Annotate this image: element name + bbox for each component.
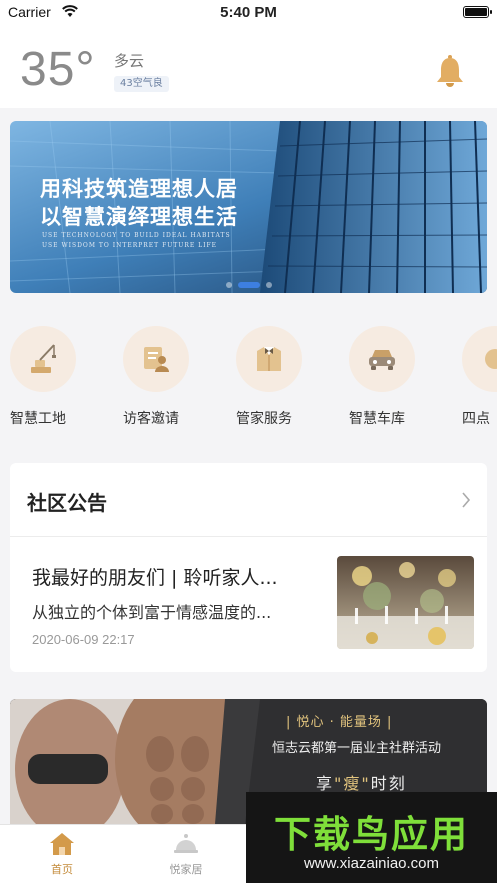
service-butler[interactable]: 管家服务: [236, 326, 326, 428]
watermark-logo: 下载鸟应用 www.xiazainiao.com: [246, 792, 497, 883]
service-label: 管家服务: [236, 411, 292, 427]
carousel-dot[interactable]: [225, 281, 232, 288]
service-label: 访客邀请: [123, 411, 179, 427]
crane-icon: [31, 344, 56, 373]
temperature: 35°: [20, 43, 96, 96]
event-title: 恒志云都第一届业主社群活动: [272, 741, 442, 756]
service-label: 四点: [462, 411, 490, 427]
banner-subtitle-2: USE WISDOM TO INTERPRET FUTURE LIFE: [42, 242, 218, 249]
cloche-icon: [174, 834, 198, 853]
chevron-right-icon[interactable]: [461, 491, 471, 509]
notification-bell-icon[interactable]: [434, 54, 466, 88]
divider: [10, 536, 487, 537]
weather-header: 35° 多云 43空气良: [0, 26, 497, 108]
carousel-indicator: [10, 274, 487, 293]
butler-suit-icon: [257, 347, 281, 371]
tab-home-living[interactable]: 悦家居: [146, 831, 226, 877]
community-notice-card: 社区公告 我最好的朋友们 | 聆听家人... 从独立的个体到富于情感温度的...…: [10, 463, 487, 672]
watermark-title: 下载鸟应用: [274, 813, 469, 856]
car-icon: [369, 350, 395, 370]
service-partial[interactable]: 四点: [462, 326, 497, 428]
clock: 5:40 PM: [220, 4, 277, 21]
event-slogan-highlight: "瘦": [334, 774, 371, 793]
air-quality-badge: 43空气良: [114, 76, 169, 92]
banner-headline-2: 以智慧演绎理想生活: [40, 204, 238, 229]
section-title: 社区公告: [27, 491, 107, 515]
partial-service-icon: [485, 349, 497, 369]
news-thumbnail[interactable]: [337, 556, 474, 649]
service-label: 智慧车库: [349, 411, 405, 427]
banner-subtitle-1: USE TECHNOLOGY TO BUILD IDEAL HABITATS: [42, 232, 231, 239]
banner-headline-1: 用科技筑造理想人居: [40, 176, 238, 201]
news-title[interactable]: 我最好的朋友们 | 聆听家人...: [32, 563, 322, 590]
tab-label: 首页: [51, 863, 73, 876]
service-grid: 智慧工地 访客邀请 管家服务 智慧车库 四点: [0, 310, 497, 438]
news-description: 从独立的个体到富于情感温度的...: [32, 603, 272, 622]
service-visitor-invite[interactable]: 访客邀请: [123, 326, 213, 428]
carousel-dot-active[interactable]: [237, 281, 260, 288]
service-label: 智慧工地: [10, 411, 66, 427]
news-date: 2020-06-09 22:17: [32, 632, 135, 647]
status-bar: Carrier 5:40 PM: [0, 0, 497, 26]
tab-label: 悦家居: [169, 863, 203, 876]
home-icon: [50, 833, 74, 855]
tab-home[interactable]: 首页: [22, 831, 102, 877]
event-tagline: | 悦心 · 能量场 |: [286, 715, 393, 730]
visitor-card-icon: [144, 347, 169, 372]
carousel-dot[interactable]: [265, 281, 272, 288]
promo-banner[interactable]: 用科技筑造理想人居 以智慧演绎理想生活 USE TECHNOLOGY TO BU…: [10, 121, 487, 293]
service-smart-construction[interactable]: 智慧工地: [10, 326, 100, 428]
weather-condition: 多云: [114, 52, 145, 70]
battery-icon: [463, 6, 492, 18]
service-smart-garage[interactable]: 智慧车库: [349, 326, 439, 428]
event-slogan: 享"瘦"时刻: [316, 774, 407, 793]
watermark-url: www.xiazainiao.com: [303, 855, 440, 872]
